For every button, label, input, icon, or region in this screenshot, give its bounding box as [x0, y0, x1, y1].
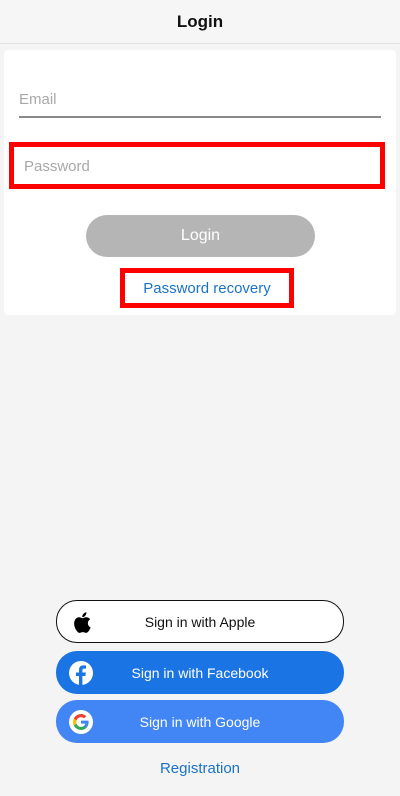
login-screen: Login Login Password recovery Sign in wi… [0, 0, 400, 796]
login-form-card: Login Password recovery [4, 50, 396, 315]
sign-in-facebook-button[interactable]: Sign in with Facebook [56, 651, 344, 694]
apple-button-label: Sign in with Apple [144, 613, 256, 630]
password-highlight-box [9, 142, 385, 189]
password-field[interactable] [24, 150, 364, 182]
google-button-label: Sign in with Google [139, 713, 261, 730]
apple-logo-icon [69, 610, 94, 635]
facebook-logo-icon [68, 660, 93, 685]
password-recovery-link[interactable]: Password recovery [143, 280, 271, 297]
login-button[interactable]: Login [86, 215, 315, 257]
page-title: Login [176, 11, 224, 31]
email-field[interactable] [19, 82, 381, 118]
navigation-bar: Login [0, 0, 400, 44]
registration-link[interactable]: Registration [0, 760, 400, 777]
facebook-button-label: Sign in with Facebook [131, 664, 269, 681]
google-logo-icon [68, 709, 93, 734]
sign-in-apple-button[interactable]: Sign in with Apple [56, 600, 344, 643]
recovery-highlight-box: Password recovery [120, 268, 294, 308]
sign-in-google-button[interactable]: Sign in with Google [56, 700, 344, 743]
